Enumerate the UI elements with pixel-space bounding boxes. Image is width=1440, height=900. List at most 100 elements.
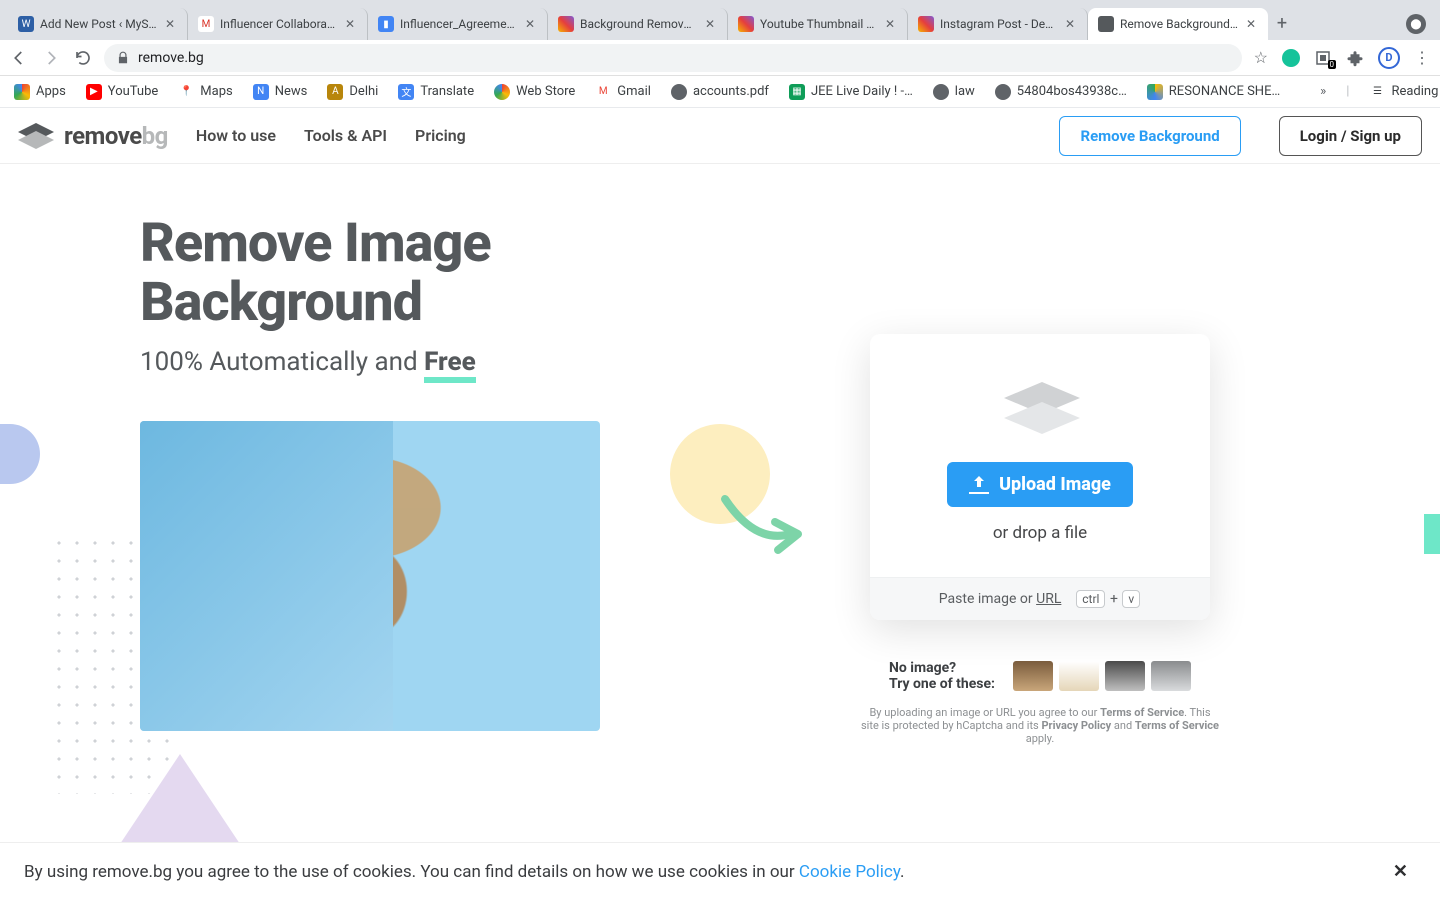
tab-title: Remove Background f…: [1120, 17, 1238, 31]
hero-title: Remove Image Background: [140, 214, 780, 333]
browser-toolbar: remove.bg ☆ 0 D ⋮: [0, 40, 1440, 76]
cookie-close-button[interactable]: ✕: [1385, 861, 1416, 882]
favicon: [1098, 16, 1114, 32]
favicon: [558, 16, 574, 32]
try-samples: No image? Try one of these:: [889, 660, 1191, 692]
upload-icon: [969, 476, 989, 494]
close-icon[interactable]: ✕: [163, 17, 177, 31]
bookmark-apps[interactable]: Apps: [14, 84, 66, 100]
close-icon[interactable]: ✕: [343, 17, 357, 31]
nav-tools-api[interactable]: Tools & API: [304, 126, 387, 145]
close-icon[interactable]: ✕: [1063, 17, 1077, 31]
sheets-icon: ▦: [789, 84, 805, 100]
maps-icon: 📍: [178, 84, 194, 100]
new-tab-button[interactable]: +: [1268, 13, 1296, 40]
bookmark-law[interactable]: law: [933, 84, 975, 100]
sample-thumbs: [1013, 661, 1191, 691]
login-signup-button[interactable]: Login / Sign up: [1279, 116, 1422, 156]
nav-arrows: [10, 49, 92, 67]
favicon: M: [198, 16, 214, 32]
paste-url-link[interactable]: URL: [1036, 591, 1061, 607]
close-icon[interactable]: ✕: [883, 17, 897, 31]
reload-button[interactable]: [74, 49, 92, 67]
hero-subtitle: 100% Automatically and Free: [140, 347, 780, 377]
kbd-ctrl: ctrl: [1076, 590, 1105, 608]
youtube-icon: ▶: [86, 84, 102, 100]
site-logo[interactable]: removebg: [18, 122, 168, 150]
star-icon[interactable]: ☆: [1254, 48, 1268, 67]
hero-right: Upload Image or drop a file Paste image …: [780, 214, 1300, 745]
extension-badge-icon[interactable]: 0: [1314, 49, 1332, 67]
bookmark-youtube[interactable]: ▶YouTube: [86, 84, 159, 100]
forward-button: [42, 49, 60, 67]
omnibox[interactable]: remove.bg: [104, 44, 1242, 72]
upload-dropzone[interactable]: Upload Image or drop a file: [870, 334, 1210, 577]
tab-6[interactable]: Instagram Post - Desi… ✕: [908, 8, 1088, 40]
cookie-policy-link[interactable]: Cookie Policy: [799, 862, 900, 882]
nav-pricing[interactable]: Pricing: [415, 126, 466, 145]
reading-list-icon: ☰: [1369, 84, 1385, 100]
tab-7-active[interactable]: Remove Background f… ✕: [1088, 8, 1268, 40]
back-button[interactable]: [10, 49, 28, 67]
upload-footer: Paste image or URL ctrl + v: [870, 577, 1210, 620]
tos-link[interactable]: Terms of Service: [1100, 706, 1184, 719]
bookmark-resonance[interactable]: RESONANCE SHE…: [1147, 84, 1280, 100]
extension-count: 0: [1328, 60, 1337, 69]
tab-title: Youtube Thumbnail - …: [760, 17, 877, 31]
account-icon[interactable]: ⬤: [1406, 14, 1426, 34]
nav-how-to-use[interactable]: How to use: [196, 126, 276, 145]
tos-link-2[interactable]: Terms of Service: [1135, 719, 1219, 732]
tab-title: Background Remover…: [580, 17, 697, 31]
apps-icon: [14, 84, 30, 100]
favicon: W: [18, 16, 34, 32]
bookmark-maps[interactable]: 📍Maps: [178, 84, 232, 100]
upload-image-button[interactable]: Upload Image: [947, 462, 1133, 507]
legal-text: By uploading an image or URL you agree t…: [860, 706, 1220, 745]
bookmarks-overflow[interactable]: »: [1320, 84, 1326, 99]
bookmark-gmail[interactable]: MGmail: [595, 84, 651, 100]
translate-icon: 文: [398, 84, 414, 100]
sample-thumb-2[interactable]: [1059, 661, 1099, 691]
bookmarks-bar: Apps ▶YouTube 📍Maps NNews ADelhi 文Transl…: [0, 76, 1440, 108]
bookmark-webstore[interactable]: Web Store: [494, 84, 575, 100]
site-header: removebg How to use Tools & API Pricing …: [0, 108, 1440, 164]
sample-thumb-4[interactable]: [1151, 661, 1191, 691]
tab-4[interactable]: Background Remover… ✕: [548, 8, 728, 40]
bookmark-news[interactable]: NNews: [253, 84, 308, 100]
tab-3[interactable]: ▮ Influencer_Agreemen… ✕: [368, 8, 548, 40]
sample-thumb-3[interactable]: [1105, 661, 1145, 691]
menu-icon[interactable]: ⋮: [1414, 48, 1430, 67]
sample-image: [140, 421, 600, 731]
bookmark-delhi[interactable]: ADelhi: [327, 84, 378, 100]
close-icon[interactable]: ✕: [1244, 17, 1258, 31]
toolbar-right: ☆ 0 D ⋮: [1254, 47, 1430, 69]
bookmark-bos[interactable]: 54804bos43938c…: [995, 84, 1127, 100]
reading-list[interactable]: ☰Reading List: [1369, 84, 1440, 100]
bookmark-accounts[interactable]: accounts.pdf: [671, 84, 769, 100]
tab-title: Add New Post ‹ MyS…: [40, 17, 157, 31]
browser-chrome: W Add New Post ‹ MyS… ✕ M Influencer Col…: [0, 0, 1440, 108]
layers-icon: [1004, 382, 1076, 432]
tab-2[interactable]: M Influencer Collaborati… ✕: [188, 8, 368, 40]
close-icon[interactable]: ✕: [523, 17, 537, 31]
tab-1[interactable]: W Add New Post ‹ MyS… ✕: [8, 8, 188, 40]
extensions-icon[interactable]: [1346, 49, 1364, 67]
favicon: ▮: [378, 16, 394, 32]
hero-section: Remove Image Background 100% Automatical…: [0, 164, 1440, 854]
bookmark-jee[interactable]: ▦JEE Live Daily ! -…: [789, 84, 913, 100]
bookmark-translate[interactable]: 文Translate: [398, 84, 474, 100]
profile-icon[interactable]: D: [1378, 47, 1400, 69]
extension-grammarly-icon[interactable]: [1282, 49, 1300, 67]
cookie-text: By using remove.bg you agree to the use …: [24, 862, 904, 882]
privacy-link[interactable]: Privacy Policy: [1041, 719, 1111, 732]
sample-thumb-1[interactable]: [1013, 661, 1053, 691]
close-icon[interactable]: ✕: [703, 17, 717, 31]
drive-icon: [995, 84, 1011, 100]
remove-background-button[interactable]: Remove Background: [1059, 116, 1240, 156]
arrow-icon: [720, 494, 810, 564]
tab-5[interactable]: Youtube Thumbnail - … ✕: [728, 8, 908, 40]
url-text: remove.bg: [138, 50, 204, 66]
webstore-icon: [494, 84, 510, 100]
logo-icon: [18, 123, 54, 149]
lock-icon: [116, 51, 130, 65]
